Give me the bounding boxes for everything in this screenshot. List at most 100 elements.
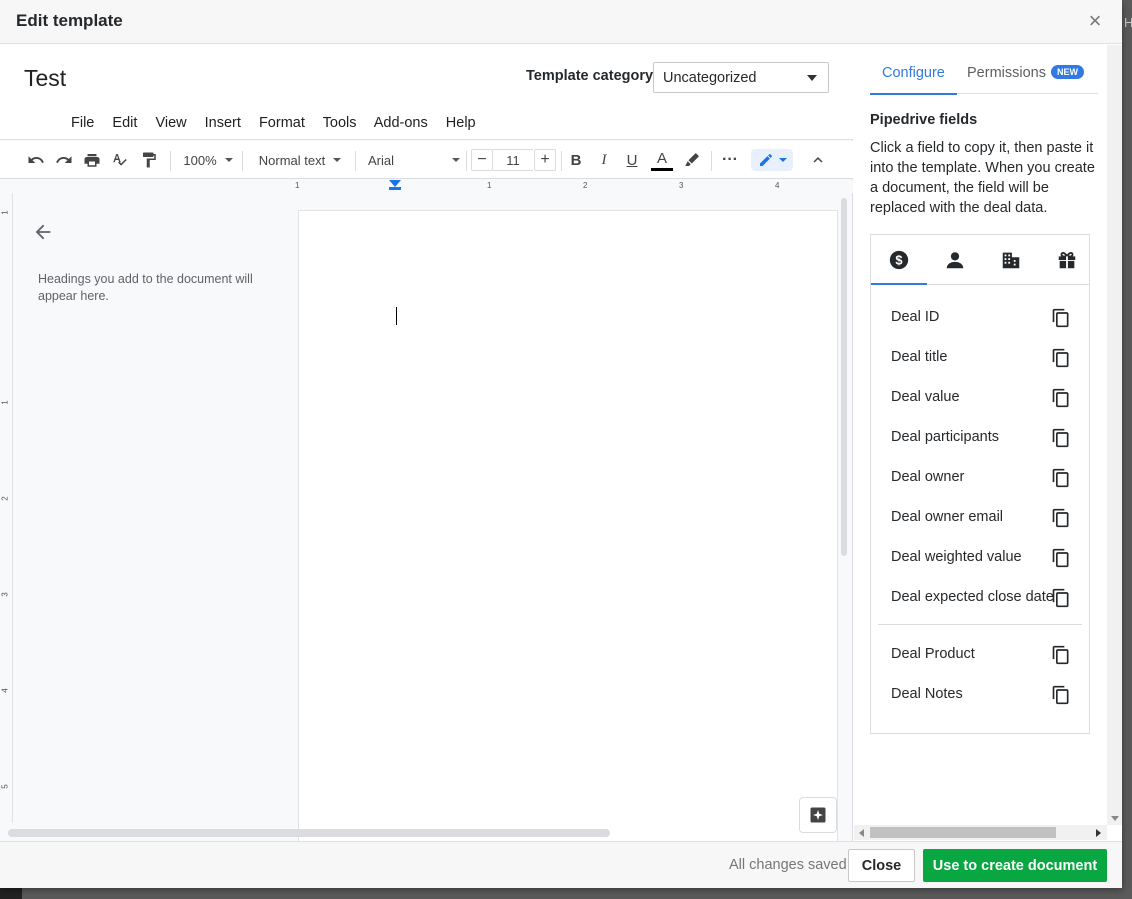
paint-format-icon[interactable] <box>139 149 159 171</box>
document-page[interactable] <box>298 210 838 850</box>
copy-icon[interactable] <box>1051 548 1071 568</box>
save-status: All changes saved <box>729 857 847 873</box>
editing-mode-button[interactable] <box>751 149 793 171</box>
tab-organization-fields[interactable] <box>983 235 1039 284</box>
copy-icon[interactable] <box>1051 348 1071 368</box>
bold-icon[interactable]: B <box>566 149 586 171</box>
menu-view[interactable]: View <box>155 115 186 131</box>
menu-add-ons[interactable]: Add-ons <box>374 115 428 131</box>
scroll-left-icon[interactable] <box>859 829 864 837</box>
tab-permissions[interactable]: Permissions NEW <box>967 65 1084 81</box>
pipedrive-fields-description: Click a field to copy it, then paste it … <box>870 140 1095 216</box>
indent-marker-icon[interactable] <box>389 180 401 187</box>
text-color-icon[interactable]: A <box>650 149 674 171</box>
explore-button[interactable] <box>799 797 837 833</box>
field-item[interactable]: Deal Product <box>871 635 1089 675</box>
chevron-down-icon <box>224 158 233 162</box>
doc-vertical-scrollbar[interactable] <box>841 198 847 556</box>
menu-help[interactable]: Help <box>446 115 476 131</box>
copy-icon[interactable] <box>1051 508 1071 528</box>
undo-icon[interactable] <box>26 149 46 171</box>
explore-icon <box>810 807 826 823</box>
vertical-ruler: 1 1 2 3 4 5 <box>0 193 13 823</box>
highlight-icon[interactable] <box>682 149 702 171</box>
new-badge: NEW <box>1050 65 1084 79</box>
template-category-select[interactable]: Uncategorized <box>653 62 829 93</box>
menu-bar: File Edit View Insert Format Tools Add-o… <box>71 115 490 131</box>
use-to-create-document-button[interactable]: Use to create document <box>923 849 1107 882</box>
scrollbar-thumb[interactable] <box>870 827 1056 838</box>
field-item[interactable]: Deal weighted value <box>871 538 1089 578</box>
field-item[interactable]: Deal expected close date <box>871 578 1089 618</box>
modal-footer: All changes saved Close Use to create do… <box>0 841 1122 888</box>
close-icon[interactable]: × <box>1084 8 1106 34</box>
background-edge: H <box>1122 0 1132 899</box>
side-panel: Configure Permissions NEW Pipedrive field… <box>854 45 1106 841</box>
copy-icon[interactable] <box>1051 308 1071 328</box>
increase-font-size-button[interactable]: + <box>534 149 556 171</box>
field-list: $ Deal ID Deal title Deal value Deal partic… <box>870 234 1090 734</box>
tab-configure[interactable]: Configure <box>870 65 957 95</box>
menu-file[interactable]: File <box>71 115 94 131</box>
field-label: Deal expected close date <box>891 589 1054 605</box>
panel-vertical-scrollbar[interactable] <box>1107 45 1122 825</box>
field-item[interactable]: Deal owner email <box>871 498 1089 538</box>
copy-icon[interactable] <box>1051 388 1071 408</box>
product-icon <box>1058 251 1076 268</box>
menu-edit[interactable]: Edit <box>112 115 137 131</box>
chevron-down-icon <box>452 158 460 162</box>
field-label: Deal owner email <box>891 509 1004 525</box>
print-icon[interactable] <box>82 149 102 171</box>
tab-deal-fields[interactable]: $ <box>871 235 927 285</box>
background-bottom <box>0 888 1132 899</box>
menu-tools[interactable]: Tools <box>323 115 357 131</box>
field-label: Deal weighted value <box>891 549 1022 565</box>
dollar-icon: $ <box>889 250 909 269</box>
scroll-down-icon[interactable] <box>1111 816 1119 821</box>
doc-title[interactable]: Test <box>24 65 66 92</box>
copy-icon[interactable] <box>1051 588 1071 608</box>
font-select[interactable]: Arial <box>368 149 460 171</box>
field-item[interactable]: Deal value <box>871 378 1089 418</box>
person-icon <box>946 251 964 268</box>
copy-icon[interactable] <box>1051 685 1071 705</box>
field-label: Deal title <box>891 349 948 365</box>
panel-horizontal-scrollbar[interactable] <box>854 825 1107 840</box>
style-select[interactable]: Normal text <box>254 149 346 171</box>
arrow-left-icon[interactable] <box>32 221 54 243</box>
chevron-up-icon[interactable] <box>808 149 828 171</box>
field-label: Deal Notes <box>891 686 963 702</box>
modal-title: Edit template <box>16 11 123 30</box>
tab-product-fields[interactable] <box>1039 235 1095 284</box>
field-item[interactable]: Deal ID <box>871 298 1089 338</box>
field-item[interactable]: Deal owner <box>871 458 1089 498</box>
chevron-down-icon <box>333 158 342 162</box>
field-label: Deal Product <box>891 646 975 662</box>
doc-horizontal-scrollbar[interactable] <box>8 829 610 837</box>
decrease-font-size-button[interactable]: − <box>471 149 493 171</box>
close-button[interactable]: Close <box>848 849 915 882</box>
copy-icon[interactable] <box>1051 468 1071 488</box>
field-label: Deal participants <box>891 429 999 445</box>
edit-template-modal: Edit template × Test Template category U… <box>0 0 1122 888</box>
redo-icon[interactable] <box>54 149 74 171</box>
menu-insert[interactable]: Insert <box>205 115 241 131</box>
underline-icon[interactable]: U <box>622 149 642 171</box>
building-icon <box>1002 252 1020 268</box>
text-cursor <box>396 307 397 325</box>
scroll-right-icon[interactable] <box>1096 829 1101 837</box>
more-icon[interactable]: ··· <box>719 149 741 171</box>
field-item[interactable]: Deal title <box>871 338 1089 378</box>
tab-person-fields[interactable] <box>927 235 983 284</box>
chevron-down-icon <box>778 158 787 162</box>
copy-icon[interactable] <box>1051 428 1071 448</box>
field-label: Deal value <box>891 389 960 405</box>
field-item[interactable]: Deal Notes <box>871 675 1089 715</box>
copy-icon[interactable] <box>1051 645 1071 665</box>
zoom-select[interactable]: 100% <box>180 149 236 171</box>
field-item[interactable]: Deal participants <box>871 418 1089 458</box>
font-size-input[interactable]: 11 <box>493 149 533 171</box>
italic-icon[interactable]: I <box>594 149 614 171</box>
menu-format[interactable]: Format <box>259 115 305 131</box>
spellcheck-icon[interactable] <box>110 149 130 171</box>
